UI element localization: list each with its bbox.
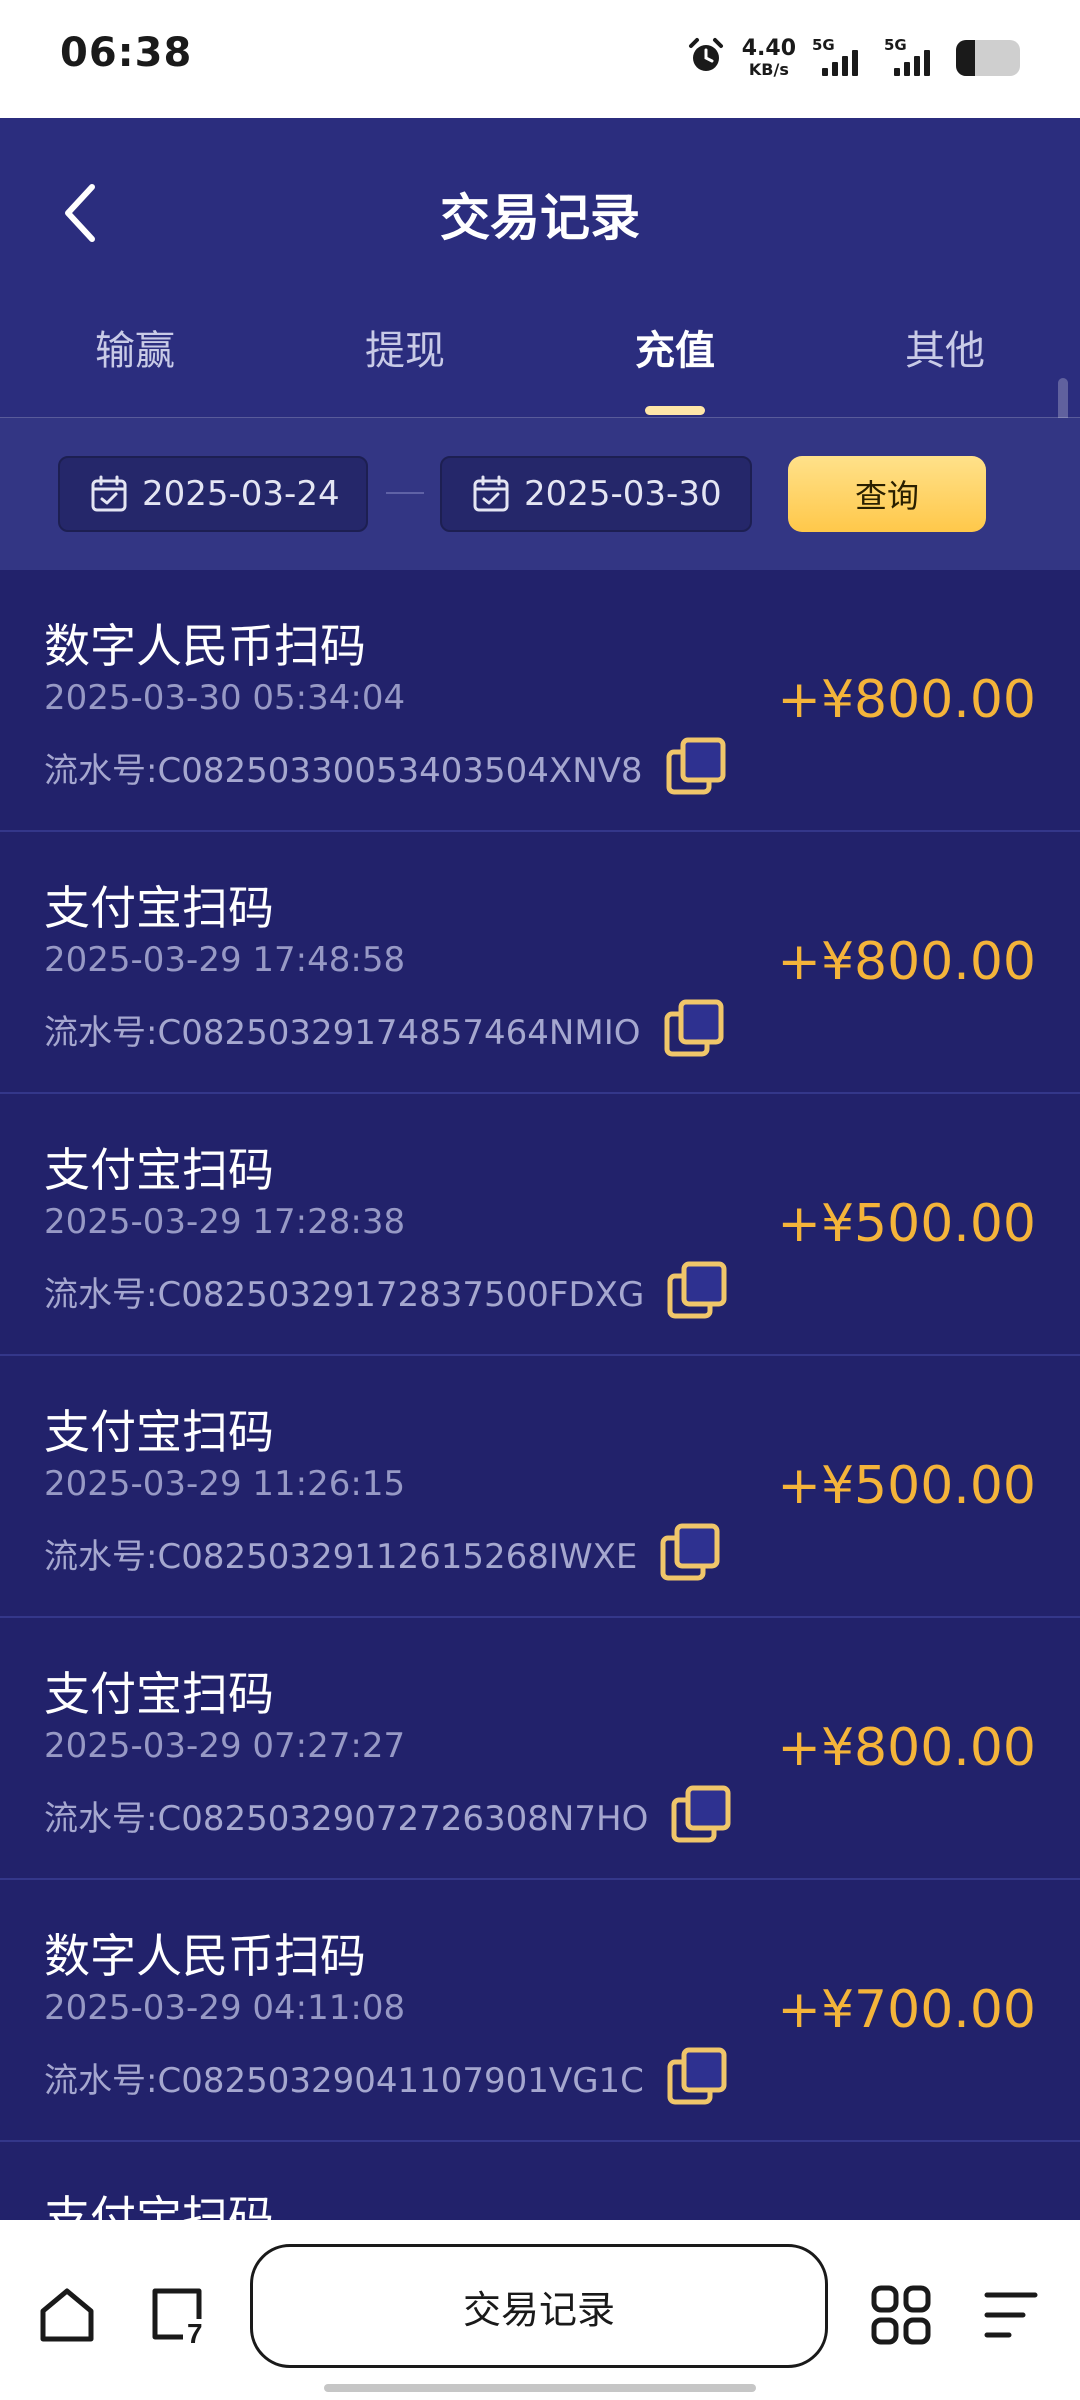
record-title: 支付宝扫码	[44, 1405, 274, 1459]
record-serial: 流水号:C08250330053403504XNV8	[44, 750, 643, 791]
end-date-picker[interactable]: 2025-03-30	[440, 456, 752, 532]
tab-withdraw[interactable]: 提现	[305, 318, 505, 376]
calendar-icon	[91, 475, 127, 512]
record-time: 2025-03-29 04:11:08	[44, 1988, 406, 2028]
copy-icon[interactable]	[666, 1260, 728, 1322]
copy-icon[interactable]	[663, 998, 725, 1060]
record-amount: +¥500.00	[777, 1194, 1036, 1254]
list-item: 支付宝扫码	[0, 2142, 1080, 2220]
grid-apps-icon[interactable]	[866, 2280, 936, 2350]
copy-icon[interactable]	[670, 1784, 732, 1846]
transaction-list[interactable]: 数字人民币扫码 2025-03-30 05:34:04 流水号:C0825033…	[0, 570, 1080, 2220]
start-date-picker[interactable]: 2025-03-24	[58, 456, 368, 532]
bottom-nav: 7 交易记录	[0, 2220, 1080, 2400]
record-title: 支付宝扫码	[44, 2191, 274, 2220]
page-title: 交易记录	[440, 189, 640, 247]
start-date-value: 2025-03-24	[142, 474, 340, 514]
address-bar-pill[interactable]: 交易记录	[250, 2244, 828, 2368]
copy-icon[interactable]	[659, 1522, 721, 1584]
home-icon[interactable]	[32, 2280, 102, 2350]
date-range-separator	[386, 492, 424, 494]
list-item: 支付宝扫码 2025-03-29 11:26:15 流水号:C082503291…	[0, 1356, 1080, 1618]
signal-icon-sim2: 5G	[884, 36, 940, 78]
list-item: 支付宝扫码 2025-03-29 07:27:27 流水号:C082503290…	[0, 1618, 1080, 1880]
record-amount: +¥500.00	[777, 1456, 1036, 1516]
tab-win-loss[interactable]: 输赢	[35, 318, 235, 376]
record-amount: +¥800.00	[777, 670, 1036, 730]
status-time: 06:38	[60, 30, 193, 76]
record-serial: 流水号:C08250329041107901VG1C	[44, 2060, 644, 2101]
record-title: 数字人民币扫码	[44, 619, 366, 673]
battery-icon	[956, 40, 1020, 76]
tab-recharge[interactable]: 充值	[575, 318, 775, 376]
query-button[interactable]: 查询	[788, 456, 986, 532]
record-time: 2025-03-29 11:26:15	[44, 1464, 406, 1504]
list-item: 数字人民币扫码 2025-03-29 04:11:08 流水号:C0825032…	[0, 1880, 1080, 2142]
record-time: 2025-03-29 17:48:58	[44, 940, 406, 980]
end-date-value: 2025-03-30	[524, 474, 722, 514]
record-serial: 流水号:C08250329072726308N7HO	[44, 1798, 649, 1839]
record-amount: +¥800.00	[777, 1718, 1036, 1778]
record-title: 数字人民币扫码	[44, 1929, 366, 1983]
record-serial: 流水号:C08250329112615268IWXE	[44, 1536, 638, 1577]
record-time: 2025-03-29 17:28:38	[44, 1202, 406, 1242]
menu-icon[interactable]	[976, 2280, 1046, 2350]
net-speed: 4.40 KB/s	[741, 36, 796, 79]
calendar-icon	[473, 475, 509, 512]
active-tab-indicator	[645, 406, 705, 415]
copy-icon[interactable]	[665, 736, 727, 798]
home-indicator[interactable]	[324, 2384, 756, 2392]
list-item: 数字人民币扫码 2025-03-30 05:34:04 流水号:C0825033…	[0, 570, 1080, 832]
record-serial: 流水号:C08250329174857464NMIO	[44, 1012, 641, 1053]
tabs-count: 7	[187, 2318, 203, 2347]
alarm-icon	[686, 36, 726, 80]
record-serial: 流水号:C08250329172837500FDXG	[44, 1274, 645, 1315]
signal-icon-sim1: 5G	[812, 36, 868, 78]
tab-other[interactable]: 其他	[845, 318, 1045, 376]
list-item: 支付宝扫码 2025-03-29 17:28:38 流水号:C082503291…	[0, 1094, 1080, 1356]
record-time: 2025-03-30 05:34:04	[44, 678, 406, 718]
tabs-icon[interactable]: 7	[142, 2280, 212, 2350]
record-title: 支付宝扫码	[44, 881, 274, 935]
record-title: 支付宝扫码	[44, 1143, 274, 1197]
date-filter: 2025-03-24 2025-03-30 查询	[0, 418, 1080, 570]
header: 交易记录 输赢 提现 充值 其他	[0, 118, 1080, 418]
copy-icon[interactable]	[666, 2046, 728, 2108]
record-title: 支付宝扫码	[44, 1667, 274, 1721]
record-time: 2025-03-29 07:27:27	[44, 1726, 406, 1766]
list-item: 支付宝扫码 2025-03-29 17:48:58 流水号:C082503291…	[0, 832, 1080, 1094]
record-amount: +¥700.00	[777, 1980, 1036, 2040]
status-icons: 4.40 KB/s 5G 5G	[686, 36, 1020, 80]
record-amount: +¥800.00	[777, 932, 1036, 992]
status-bar: 06:38 4.40 KB/s 5G 5G	[0, 0, 1080, 118]
tab-bar: 输赢 提现 充值 其他	[0, 318, 1080, 418]
